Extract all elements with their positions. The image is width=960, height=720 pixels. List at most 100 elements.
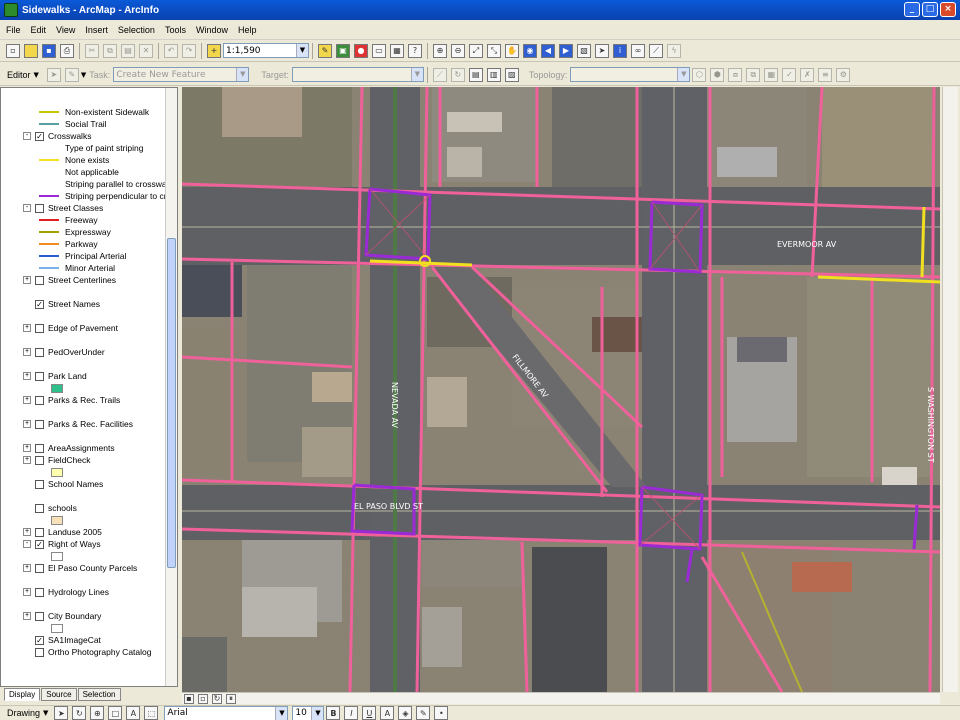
- chevron-down-icon[interactable]: ▼: [275, 706, 288, 720]
- map-horizontal-scrollbar[interactable]: ▪ ▫ ↻ ⏸: [182, 692, 940, 704]
- collapse-icon[interactable]: -: [23, 204, 31, 212]
- toc-item[interactable]: schools: [23, 502, 77, 514]
- error-list-icon[interactable]: ≡: [818, 67, 833, 82]
- map-canvas[interactable]: EVERMOOR AV NEVADA AV EL PASO BLVD ST FI…: [182, 87, 940, 692]
- minimize-button[interactable]: _: [904, 2, 920, 17]
- zoom-in-icon[interactable]: ⊕: [433, 43, 447, 58]
- forward-arrow-icon[interactable]: ▶: [559, 43, 573, 58]
- expand-icon[interactable]: +: [23, 348, 31, 356]
- save-icon[interactable]: ▪: [42, 43, 56, 58]
- title-bar[interactable]: Sidewalks - ArcMap - ArcInfo _ □ ×: [0, 0, 960, 20]
- toc-item[interactable]: Ortho Photography Catalog: [23, 646, 151, 658]
- toc-item[interactable]: + City Boundary: [23, 610, 101, 622]
- font-combo[interactable]: Arial ▼: [164, 705, 289, 720]
- layer-visibility-checkbox[interactable]: ✓: [35, 539, 44, 549]
- planarize-icon[interactable]: ▦: [764, 67, 779, 82]
- expand-icon[interactable]: +: [23, 420, 31, 428]
- collapse-icon[interactable]: -: [23, 132, 31, 140]
- line-color-icon[interactable]: ✎: [416, 706, 431, 720]
- show-shared-features-icon[interactable]: ⧈: [728, 67, 743, 82]
- toc-item[interactable]: + Hydrology Lines: [23, 586, 109, 598]
- italic-icon[interactable]: I: [344, 706, 359, 720]
- layer-visibility-checkbox[interactable]: [35, 503, 44, 513]
- error-inspector-icon[interactable]: ▨: [504, 67, 519, 82]
- zoom-out-icon[interactable]: ⊖: [451, 43, 465, 58]
- toc-item[interactable]: ✓ Street Names: [23, 298, 100, 310]
- bold-icon[interactable]: B: [326, 706, 341, 720]
- select-features-icon[interactable]: ▧: [577, 43, 591, 58]
- map-scale-combo[interactable]: 1:1,590 ▼: [223, 43, 309, 58]
- toc-item[interactable]: + Parks & Rec. Trails: [23, 394, 120, 406]
- editor-menu[interactable]: Editor: [7, 70, 31, 80]
- menu-insert[interactable]: Insert: [85, 25, 108, 35]
- layer-visibility-checkbox[interactable]: [35, 611, 44, 621]
- open-folder-icon[interactable]: [24, 43, 38, 58]
- identify-icon[interactable]: i: [613, 43, 627, 58]
- fixed-zoom-out-icon[interactable]: ⤡: [487, 43, 501, 58]
- split-tool-icon[interactable]: ⟋: [432, 67, 447, 82]
- data-view-icon[interactable]: ▪: [184, 693, 194, 704]
- expand-icon[interactable]: +: [23, 372, 31, 380]
- layer-visibility-checkbox[interactable]: [35, 455, 44, 465]
- redo-icon[interactable]: ↷: [182, 43, 196, 58]
- expand-icon[interactable]: +: [23, 456, 31, 464]
- new-text-icon[interactable]: A: [126, 706, 141, 720]
- tab-selection[interactable]: Selection: [77, 688, 121, 701]
- rotate-tool-icon[interactable]: ↻: [450, 67, 465, 82]
- edit-vertices-icon[interactable]: ⬚: [144, 706, 159, 720]
- zoom-whole-page-icon[interactable]: ⊕: [90, 706, 105, 720]
- paste-icon[interactable]: ▤: [121, 43, 135, 58]
- task-combo[interactable]: Create New Feature ▼: [113, 67, 250, 82]
- model-builder-icon[interactable]: ▦: [390, 43, 404, 58]
- toc-item[interactable]: School Names: [23, 478, 103, 490]
- sketch-tool-icon[interactable]: ✎: [64, 67, 79, 82]
- layer-visibility-checkbox[interactable]: ✓: [35, 299, 44, 309]
- toc-item[interactable]: + Parks & Rec. Facilities: [23, 418, 133, 430]
- find-binoculars-icon[interactable]: ∞: [631, 43, 645, 58]
- menu-edit[interactable]: Edit: [31, 25, 47, 35]
- fill-color-icon[interactable]: ◈: [398, 706, 413, 720]
- collapse-icon[interactable]: -: [23, 540, 31, 548]
- new-rectangle-icon[interactable]: □: [108, 706, 123, 720]
- close-button[interactable]: ×: [940, 2, 956, 17]
- copy-icon[interactable]: ⧉: [103, 43, 117, 58]
- layout-view-icon[interactable]: ▫: [198, 693, 208, 704]
- undo-icon[interactable]: ↶: [164, 43, 178, 58]
- delete-icon[interactable]: ✕: [139, 43, 153, 58]
- chevron-down-icon[interactable]: ▼: [34, 71, 39, 79]
- toc-item[interactable]: + Street Centerlines: [23, 274, 116, 286]
- chevron-down-icon[interactable]: ▼: [410, 68, 423, 81]
- menu-file[interactable]: File: [6, 25, 21, 35]
- pause-drawing-icon[interactable]: ⏸: [226, 693, 236, 704]
- whats-this-icon[interactable]: ?: [408, 43, 422, 58]
- font-size-combo[interactable]: 10 ▼: [292, 705, 325, 720]
- underline-icon[interactable]: U: [362, 706, 377, 720]
- layer-visibility-checkbox[interactable]: ✓: [35, 635, 44, 645]
- toc-item[interactable]: + FieldCheck: [23, 454, 91, 466]
- fixed-zoom-in-icon[interactable]: ⤢: [469, 43, 483, 58]
- menu-window[interactable]: Window: [196, 25, 228, 35]
- expand-icon[interactable]: +: [23, 612, 31, 620]
- refresh-icon[interactable]: ↻: [212, 693, 222, 704]
- layer-visibility-checkbox[interactable]: [35, 587, 44, 597]
- chevron-down-icon[interactable]: ▼: [311, 706, 324, 720]
- layer-visibility-checkbox[interactable]: [35, 395, 44, 405]
- cut-icon[interactable]: ✂: [85, 43, 99, 58]
- toc-scrollbar-thumb[interactable]: [167, 238, 176, 568]
- map-view[interactable]: EVERMOOR AV NEVADA AV EL PASO BLVD ST FI…: [182, 87, 940, 692]
- expand-icon[interactable]: +: [23, 444, 31, 452]
- expand-icon[interactable]: +: [23, 588, 31, 596]
- measure-icon[interactable]: ⟋: [649, 43, 663, 58]
- topology-vertex-icon[interactable]: ⬢: [710, 67, 725, 82]
- target-combo[interactable]: ▼: [291, 67, 424, 82]
- expand-icon[interactable]: +: [23, 396, 31, 404]
- layer-visibility-checkbox[interactable]: [35, 443, 44, 453]
- expand-icon[interactable]: +: [23, 564, 31, 572]
- layer-visibility-checkbox[interactable]: [35, 527, 44, 537]
- menu-view[interactable]: View: [56, 25, 75, 35]
- construct-features-icon[interactable]: ⧉: [746, 67, 761, 82]
- fix-error-icon[interactable]: ✗: [800, 67, 815, 82]
- layer-visibility-checkbox[interactable]: [35, 203, 44, 213]
- toc-item[interactable]: + Landuse 2005: [23, 526, 102, 538]
- menu-tools[interactable]: Tools: [165, 25, 186, 35]
